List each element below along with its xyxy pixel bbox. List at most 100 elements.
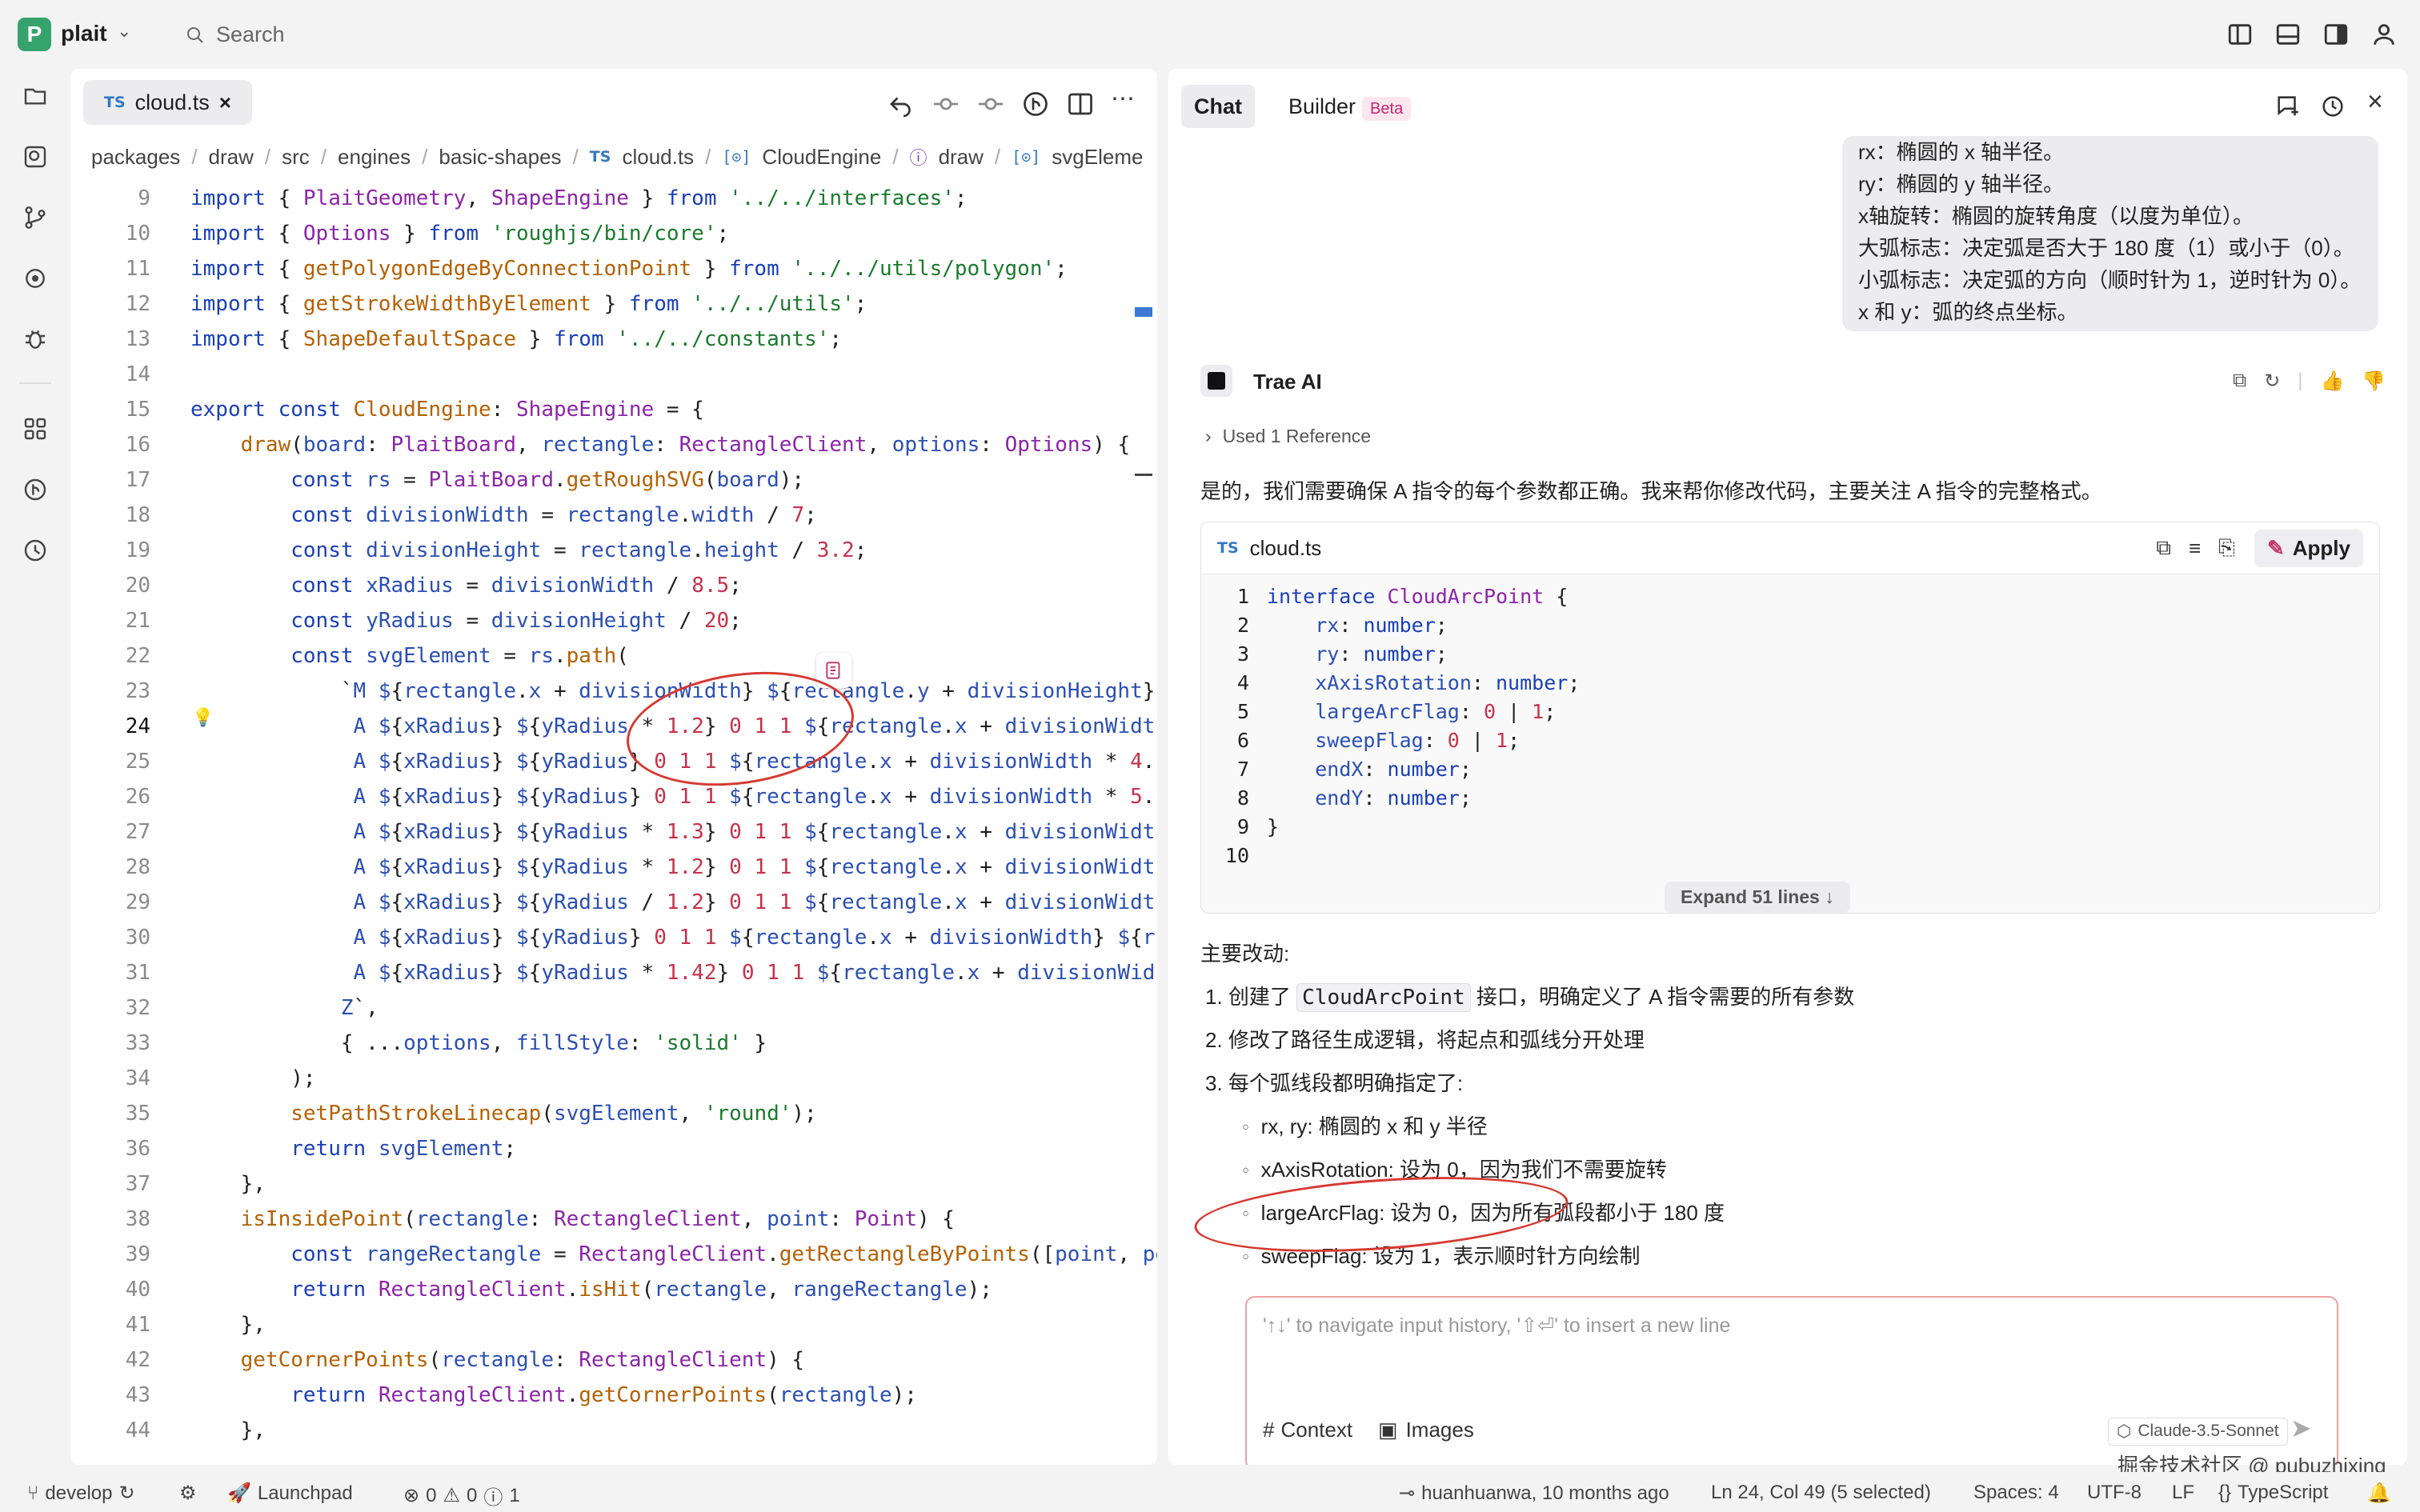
code-line[interactable]: 19 const divisionHeight = rectangle.heig…: [70, 533, 1157, 568]
code-line[interactable]: 33 { ...options, fillStyle: 'solid' }: [70, 1026, 1157, 1061]
regenerate-icon[interactable]: ↻: [2264, 370, 2280, 393]
code-block-content[interactable]: 1 interface CloudArcPoint {2 rx: number; 3…: [1201, 582, 2379, 870]
code-line[interactable]: 6 sweepFlag: 0 | 1;: [1201, 726, 2379, 755]
apply-button[interactable]: ✎ Apply: [2254, 529, 2363, 567]
source-control-icon[interactable]: [16, 198, 54, 237]
model-selector[interactable]: ⬡ Claude-3.5-Sonnet: [2108, 1418, 2288, 1446]
insert-code-icon[interactable]: ≡: [2189, 536, 2201, 561]
search-box[interactable]: Search: [186, 22, 285, 47]
git-blame[interactable]: ⊸ huanhuanwa, 10 months ago: [1399, 1482, 1669, 1505]
send-icon[interactable]: ➤: [2290, 1413, 2312, 1443]
code-line[interactable]: 2 rx: number;: [1201, 611, 2379, 640]
code-line[interactable]: 37 },: [70, 1166, 1157, 1202]
close-icon[interactable]: ×: [2367, 86, 2383, 118]
code-line[interactable]: 35 setPathStrokeLinecap(svgElement, 'rou…: [70, 1096, 1157, 1131]
code-line[interactable]: 15 export const CloudEngine: ShapeEngine …: [70, 392, 1157, 427]
code-line[interactable]: 34 );: [70, 1061, 1157, 1096]
toggle-secondary-sidebar-icon[interactable]: [2322, 21, 2350, 48]
code-line[interactable]: 26 A ${xRadius} ${yRadius} 0 1 1 ${recta…: [70, 779, 1157, 814]
more-actions-icon[interactable]: ⋯: [1111, 85, 1135, 113]
code-line[interactable]: 8 endY: number;: [1201, 784, 2379, 813]
project-logo[interactable]: P: [18, 18, 51, 51]
code-line[interactable]: 38 isInsidePoint(rectangle: RectangleCli…: [70, 1202, 1157, 1237]
copy-code-icon[interactable]: ⧉: [2156, 535, 2171, 561]
breadcrumb-item[interactable]: packages: [91, 145, 180, 170]
encoding[interactable]: UTF-8: [2087, 1482, 2142, 1504]
end-of-line[interactable]: LF: [2172, 1482, 2194, 1504]
previous-change-icon[interactable]: [932, 90, 960, 118]
code-line[interactable]: 17 const rs = PlaitBoard.getRoughSVG(boa…: [70, 462, 1157, 498]
git-compare-icon[interactable]: [1021, 90, 1050, 118]
breadcrumb-item[interactable]: engines: [338, 145, 411, 170]
timeline-icon[interactable]: [16, 531, 54, 570]
language-mode[interactable]: {} TypeScript: [2218, 1482, 2328, 1504]
code-line[interactable]: 13 import { ShapeDefaultSpace } from '../…: [70, 322, 1157, 357]
sync-icon[interactable]: ↻: [118, 1482, 134, 1505]
code-line[interactable]: 43 return RectangleClient.getCornerPoint…: [70, 1378, 1157, 1413]
code-line[interactable]: 1 interface CloudArcPoint {: [1201, 582, 2379, 611]
copy-icon[interactable]: ⧉: [2233, 370, 2246, 393]
project-name[interactable]: plait: [61, 21, 107, 46]
context-button[interactable]: # Context: [1263, 1418, 1352, 1442]
code-line[interactable]: 18 const divisionWidth = rectangle.width…: [70, 498, 1157, 533]
code-line[interactable]: 7 endX: number;: [1201, 755, 2379, 784]
code-area[interactable]: 9 import { PlaitGeometry, ShapeEngine } f…: [70, 181, 1157, 1448]
next-change-icon[interactable]: [976, 90, 1005, 118]
images-button[interactable]: ▣ Images: [1378, 1418, 1474, 1442]
close-icon[interactable]: ×: [219, 90, 231, 115]
code-line[interactable]: 3 ry: number;: [1201, 640, 2379, 669]
code-line[interactable]: 9}: [1201, 813, 2379, 842]
problems-indicator[interactable]: ⊗ 0 ⚠ 0 ⓘ 1: [403, 1482, 520, 1510]
code-line[interactable]: 27 A ${xRadius} ${yRadius * 1.3} 0 1 1 $…: [70, 814, 1157, 850]
code-line[interactable]: 36 return svgElement;: [70, 1131, 1157, 1166]
breadcrumb-item[interactable]: cloud.ts: [622, 145, 694, 170]
thumbs-down-icon[interactable]: 👎: [2362, 370, 2386, 393]
code-line[interactable]: 24 A ${xRadius} ${yRadius * 1.2} 0 1 1 $…: [70, 709, 1157, 744]
code-line[interactable]: 10 import { Options } from 'roughjs/bin/c…: [70, 216, 1157, 251]
remote-explorer-icon[interactable]: [16, 259, 54, 298]
code-line[interactable]: 31 A ${xRadius} ${yRadius * 1.42} 0 1 1 …: [70, 955, 1157, 990]
go-back-icon[interactable]: [887, 90, 916, 118]
code-line[interactable]: 5 largeArcFlag: 0 | 1;: [1201, 698, 2379, 726]
breadcrumb-item[interactable]: basic-shapes: [439, 145, 561, 170]
code-line[interactable]: 39 const rangeRectangle = RectangleClien…: [70, 1237, 1157, 1272]
code-line[interactable]: 12 import { getStrokeWidthByElement } fro…: [70, 286, 1157, 322]
gitlens-icon[interactable]: [16, 470, 54, 509]
history-icon[interactable]: [2319, 93, 2346, 120]
cursor-position[interactable]: Ln 24, Col 49 (5 selected): [1711, 1482, 1931, 1504]
code-line[interactable]: 30 A ${xRadius} ${yRadius} 0 1 1 ${recta…: [70, 920, 1157, 955]
code-line[interactable]: 42 getCornerPoints(rectangle: RectangleC…: [70, 1342, 1157, 1378]
add-file-icon[interactable]: ⎘: [2218, 535, 2235, 561]
launchpad-button[interactable]: 🚀 Launchpad: [227, 1482, 353, 1505]
ports-icon[interactable]: ⚙: [179, 1482, 197, 1505]
breadcrumb-item[interactable]: CloudEngine: [762, 145, 881, 170]
indentation[interactable]: Spaces: 4: [1973, 1482, 2059, 1504]
breadcrumb-item[interactable]: draw: [209, 145, 254, 170]
account-icon[interactable]: [2370, 21, 2398, 48]
tab-builder[interactable]: Builder Beta: [1276, 85, 1424, 128]
editor-tab-cloud-ts[interactable]: TS cloud.ts ×: [83, 80, 252, 125]
lightbulb-icon[interactable]: 💡: [192, 707, 214, 728]
explorer-icon[interactable]: [16, 77, 54, 115]
code-line[interactable]: 23 `M ${rectangle.x + divisionWidth} ${r…: [70, 674, 1157, 709]
debug-icon[interactable]: [16, 320, 54, 358]
tab-chat[interactable]: Chat: [1181, 85, 1255, 128]
search-view-icon[interactable]: [16, 138, 54, 176]
thumbs-up-icon[interactable]: 👍: [2320, 370, 2344, 393]
code-line[interactable]: 32 Z`,: [70, 990, 1157, 1026]
code-line[interactable]: 10: [1201, 842, 2379, 870]
breadcrumb-item[interactable]: src: [282, 145, 310, 170]
code-line[interactable]: 20 const xRadius = divisionWidth / 8.5;: [70, 568, 1157, 603]
extensions-icon[interactable]: [16, 410, 54, 448]
split-editor-icon[interactable]: [1066, 90, 1095, 118]
code-line[interactable]: 22 const svgElement = rs.path(: [70, 638, 1157, 674]
breadcrumb-item[interactable]: draw: [939, 145, 984, 170]
code-line[interactable]: 21 const yRadius = divisionHeight / 20;: [70, 603, 1157, 638]
toggle-panel-icon[interactable]: [2274, 21, 2302, 48]
chat-input[interactable]: '↑↓' to navigate input history, '⇧⏎' to …: [1245, 1296, 2338, 1465]
code-line[interactable]: 4 xAxisRotation: number;: [1201, 669, 2379, 698]
code-line[interactable]: 25 A ${xRadius} ${yRadius} 0 1 1 ${recta…: [70, 744, 1157, 779]
breadcrumb-item[interactable]: svgEleme: [1052, 145, 1143, 170]
code-line[interactable]: 29 A ${xRadius} ${yRadius / 1.2} 0 1 1 $…: [70, 885, 1157, 920]
code-line[interactable]: 16 draw(board: PlaitBoard, rectangle: Re…: [70, 427, 1157, 462]
